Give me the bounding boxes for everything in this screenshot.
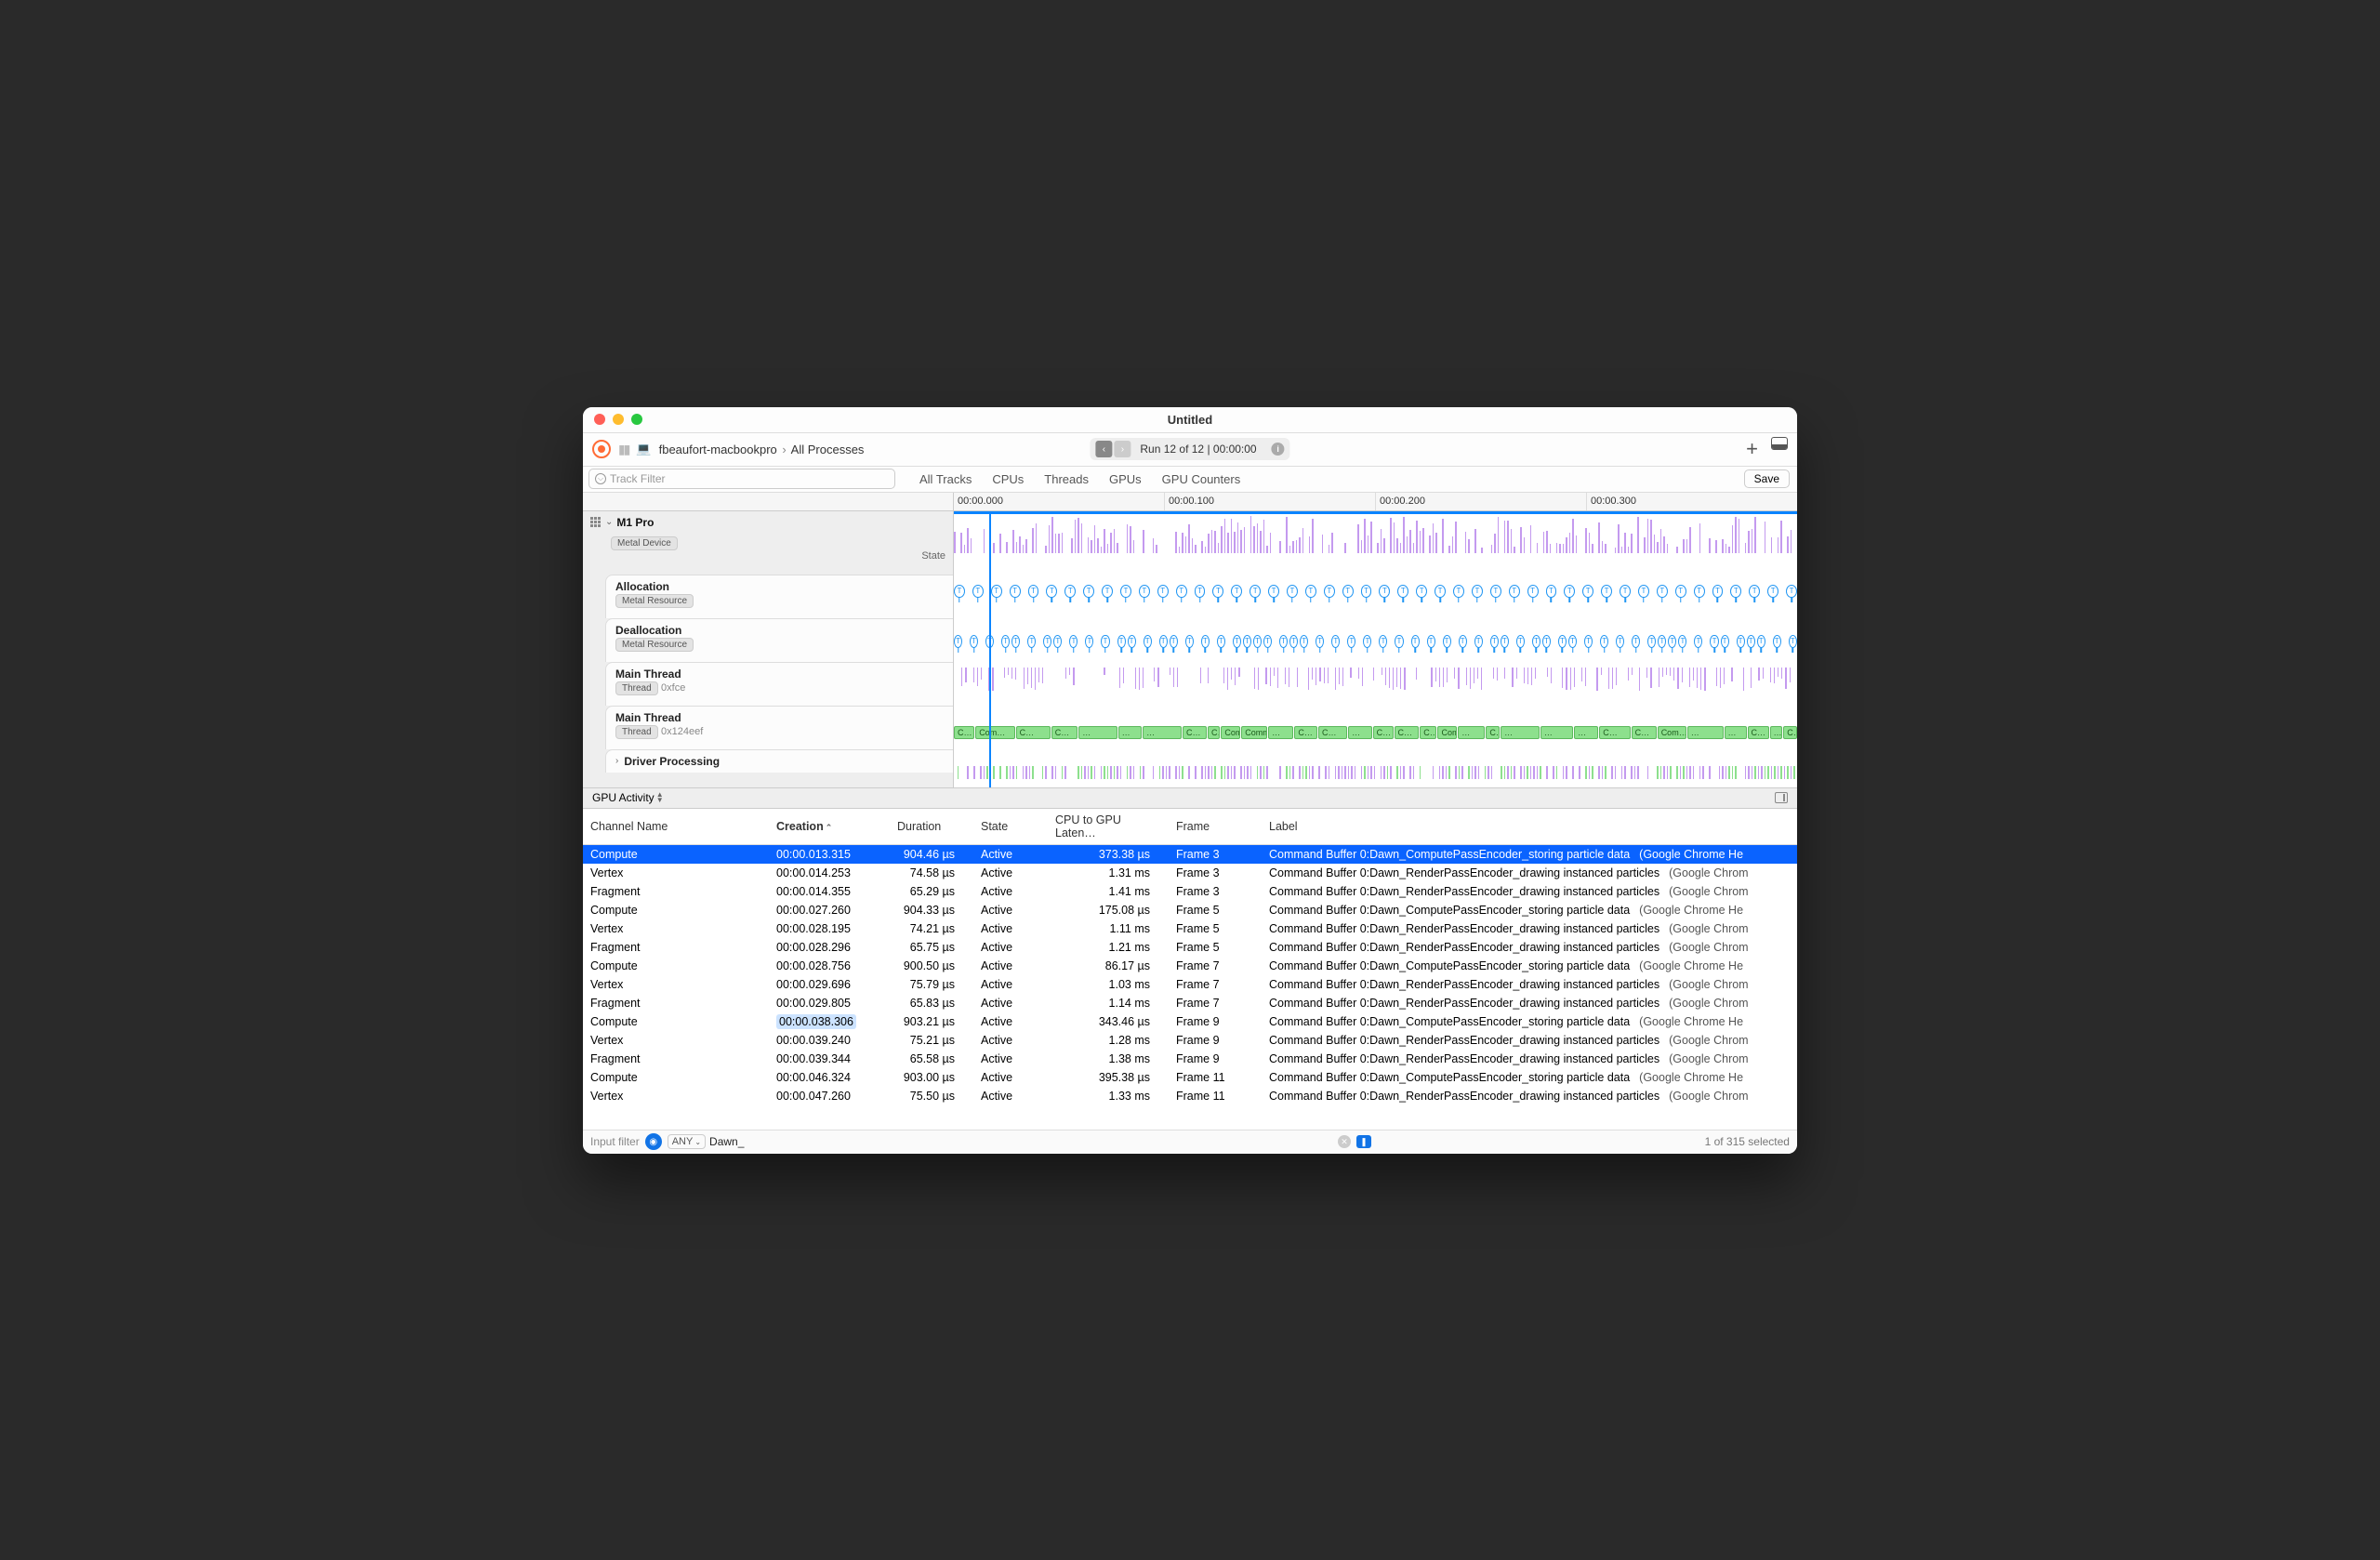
playhead[interactable] xyxy=(989,511,991,787)
track-filter-input[interactable]: ⌵ Track Filter xyxy=(588,469,895,489)
section-name: GPU Activity xyxy=(592,791,654,804)
track-deallocation[interactable]: Deallocation Metal Resource xyxy=(605,618,953,662)
timeline-selection-bar xyxy=(954,511,1797,514)
input-filter-label: Input filter xyxy=(590,1135,640,1148)
add-button[interactable] xyxy=(1746,437,1758,461)
table-row[interactable]: Compute00:00.038.306903.21 µsActive343.4… xyxy=(583,1012,1797,1031)
clear-filter-icon[interactable]: ✕ xyxy=(1338,1135,1351,1148)
filterbar: ⌵ Track Filter All Tracks CPUs Threads G… xyxy=(583,467,1797,493)
run-text: Run 12 of 12 | 00:00:00 xyxy=(1132,443,1263,456)
col-channel[interactable]: Channel Name xyxy=(583,809,769,845)
run-prev-icon[interactable]: ‹ xyxy=(1095,441,1112,457)
lane-driver xyxy=(954,764,1797,781)
lane-deallocation: TTTTTTTTTTTTTTTTTTTTTTTTTTTTTTTTTTTTTTTT… xyxy=(954,628,1797,654)
ruler-tick: 00:00.100 xyxy=(1164,493,1375,510)
window-title: Untitled xyxy=(583,413,1797,427)
table-row[interactable]: Fragment00:00.029.80565.83 µsActive1.14 … xyxy=(583,994,1797,1012)
col-duration[interactable]: Duration xyxy=(890,809,973,845)
pause-button[interactable]: ▮▮ xyxy=(618,442,628,457)
laptop-icon: 💻 xyxy=(636,442,651,456)
toolbar: ▮▮ 💻 fbeaufort-macbookpro › All Processe… xyxy=(583,433,1797,467)
table-row[interactable]: Compute00:00.028.756900.50 µsActive86.17… xyxy=(583,957,1797,975)
track-root-chip: Metal Device xyxy=(611,536,678,550)
inspector-toggle-icon[interactable] xyxy=(1775,792,1788,803)
track-main-thread-1[interactable]: Main Thread Thread 0xfce xyxy=(605,662,953,706)
breadcrumb[interactable]: fbeaufort-macbookpro › All Processes xyxy=(659,443,865,456)
filter-mode-chip[interactable]: ANY⌄ xyxy=(668,1134,706,1149)
track-driver[interactable]: › Driver Processing xyxy=(605,749,953,773)
tab-all-tracks[interactable]: All Tracks xyxy=(919,472,972,486)
table-row[interactable]: Vertex00:00.028.19574.21 µsActive1.11 ms… xyxy=(583,919,1797,938)
tracks-area: ⌄ M1 Pro Metal Device State Allocation M… xyxy=(583,511,1797,788)
lane-thread-1 xyxy=(954,668,1797,695)
footer: Input filter ◉ ANY⌄ Dawn_ ✕ ❚ 1 of 315 s… xyxy=(583,1130,1797,1154)
track-filter-placeholder: Track Filter xyxy=(610,472,666,485)
funnel-icon: ⌵ xyxy=(595,473,606,484)
track-root[interactable]: ⌄ M1 Pro xyxy=(583,511,953,534)
app-window: Untitled ▮▮ 💻 fbeaufort-macbookpro › All… xyxy=(583,407,1797,1154)
ruler-tick: 00:00.200 xyxy=(1375,493,1586,510)
table-row[interactable]: Vertex00:00.014.25374.58 µsActive1.31 ms… xyxy=(583,864,1797,882)
track-root-name: M1 Pro xyxy=(616,516,654,529)
save-button[interactable]: Save xyxy=(1744,469,1790,488)
record-button[interactable] xyxy=(592,440,611,458)
tab-threads[interactable]: Threads xyxy=(1044,472,1089,486)
traffic-lights xyxy=(583,414,642,425)
titlebar: Untitled xyxy=(583,407,1797,433)
table-row[interactable]: Fragment00:00.028.29665.75 µsActive1.21 … xyxy=(583,938,1797,957)
breadcrumb-scope: All Processes xyxy=(791,443,865,456)
col-creation[interactable]: Creation⌃ xyxy=(769,809,890,845)
table-row[interactable]: Vertex00:00.029.69675.79 µsActive1.03 ms… xyxy=(583,975,1797,994)
sort-icon: ▲▼ xyxy=(656,792,664,803)
run-next-icon[interactable]: › xyxy=(1114,441,1130,457)
col-label[interactable]: Label xyxy=(1262,809,1797,845)
filter-scope-icon[interactable]: ◉ xyxy=(645,1133,662,1150)
col-latency[interactable]: CPU to GPU Laten… xyxy=(1048,809,1169,845)
lane-allocation: TTTTTTTTTTTTTTTTTTTTTTTTTTTTTTTTTTTTTTTT… xyxy=(954,578,1797,604)
track-main-thread-2[interactable]: Main Thread Thread 0x124eef xyxy=(605,706,953,749)
chevron-down-icon: ⌄ xyxy=(605,517,613,527)
activity-table[interactable]: Channel Name Creation⌃ Duration State CP… xyxy=(583,809,1797,1130)
track-tabs: All Tracks CPUs Threads GPUs GPU Counter… xyxy=(919,472,1240,486)
table-row[interactable]: Fragment00:00.039.34465.58 µsActive1.38 … xyxy=(583,1050,1797,1068)
chevron-right-icon: › xyxy=(615,756,618,766)
close-icon[interactable] xyxy=(594,414,605,425)
section-header[interactable]: GPU Activity ▲▼ xyxy=(583,788,1797,809)
ruler-tick: 00:00.300 xyxy=(1586,493,1797,510)
info-icon[interactable]: i xyxy=(1272,443,1285,456)
run-selector[interactable]: ‹ › Run 12 of 12 | 00:00:00 i xyxy=(1090,438,1289,460)
table-row[interactable]: Fragment00:00.014.35565.29 µsActive1.41 … xyxy=(583,882,1797,901)
lane-thread-2: C…Com…C…C…………C…C…Com…Comm……C…C……C…C…C…Co… xyxy=(954,723,1797,742)
tracks-canvas[interactable]: TTTTTTTTTTTTTTTTTTTTTTTTTTTTTTTTTTTTTTTT… xyxy=(954,511,1797,787)
table-row[interactable]: Vertex00:00.039.24075.21 µsActive1.28 ms… xyxy=(583,1031,1797,1050)
tab-gpu-counters[interactable]: GPU Counters xyxy=(1162,472,1241,486)
table-row[interactable]: Vertex00:00.047.26075.50 µsActive1.33 ms… xyxy=(583,1087,1797,1105)
table-row[interactable]: Compute00:00.046.324903.00 µsActive395.3… xyxy=(583,1068,1797,1087)
tab-cpus[interactable]: CPUs xyxy=(992,472,1024,486)
tracks-sidebar: ⌄ M1 Pro Metal Device State Allocation M… xyxy=(583,511,954,787)
ruler-tick: 00:00.000 xyxy=(954,493,1164,510)
selection-count: 1 of 315 selected xyxy=(1705,1135,1790,1148)
case-toggle-icon[interactable]: ❚ xyxy=(1356,1135,1371,1148)
state-label: State xyxy=(921,550,945,562)
table-row[interactable]: Compute00:00.027.260904.33 µsActive175.0… xyxy=(583,901,1797,919)
table-row[interactable]: Compute00:00.013.315904.46 µsActive373.3… xyxy=(583,844,1797,864)
tab-gpus[interactable]: GPUs xyxy=(1109,472,1142,486)
time-ruler[interactable]: 00:00.000 00:00.100 00:00.200 00:00.300 xyxy=(583,493,1797,511)
track-allocation[interactable]: Allocation Metal Resource xyxy=(605,575,953,618)
breadcrumb-host: fbeaufort-macbookpro xyxy=(659,443,777,456)
filter-text[interactable]: Dawn_ xyxy=(709,1135,744,1148)
col-state[interactable]: State xyxy=(973,809,1048,845)
col-frame[interactable]: Frame xyxy=(1169,809,1262,845)
zoom-icon[interactable] xyxy=(631,414,642,425)
lane-state xyxy=(954,516,1797,553)
grid-icon xyxy=(590,517,602,528)
minimize-icon[interactable] xyxy=(613,414,624,425)
panel-toggle-icon[interactable] xyxy=(1771,437,1788,450)
